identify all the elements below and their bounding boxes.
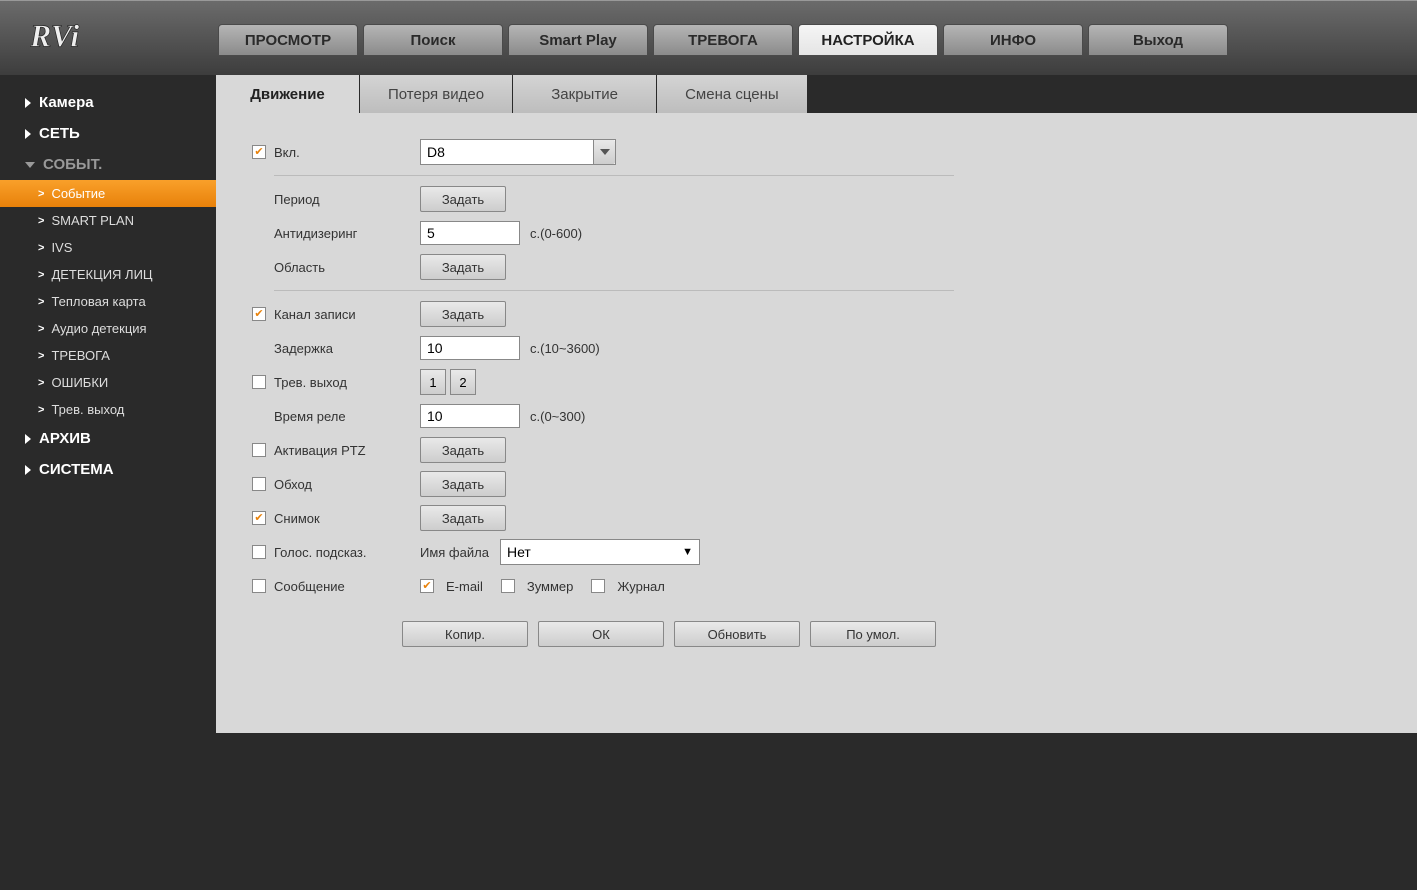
alarm-out-label: Трев. выход — [274, 375, 420, 390]
snapshot-checkbox[interactable] — [252, 511, 266, 525]
logo: RVi — [30, 13, 160, 63]
sidebar-item-alarmout[interactable]: Трев. выход — [0, 396, 216, 423]
nav-preview[interactable]: ПРОСМОТР — [218, 24, 358, 56]
chevron-right-icon — [25, 434, 31, 444]
antidither-label: Антидизеринг — [274, 226, 420, 241]
sidebar-group-archive[interactable]: АРХИВ — [0, 423, 216, 454]
area-label: Область — [274, 260, 420, 275]
email-checkbox[interactable] — [420, 579, 434, 593]
email-label: E-mail — [446, 579, 483, 594]
snapshot-set-button[interactable]: Задать — [420, 505, 506, 531]
delay-input[interactable] — [420, 336, 520, 360]
default-button[interactable]: По умол. — [810, 621, 936, 647]
alarm-out-1-button[interactable]: 1 — [420, 369, 446, 395]
buzzer-label: Зуммер — [527, 579, 574, 594]
copy-button[interactable]: Копир. — [402, 621, 528, 647]
alarm-out-2-button[interactable]: 2 — [450, 369, 476, 395]
sidebar-group-system[interactable]: СИСТЕМА — [0, 454, 216, 485]
nav-info[interactable]: ИНФО — [943, 24, 1083, 56]
sidebar-item-ivs[interactable]: IVS — [0, 234, 216, 261]
delay-suffix: с.(10~3600) — [530, 341, 600, 356]
period-label: Период — [274, 192, 420, 207]
enable-checkbox[interactable] — [252, 145, 266, 159]
tab-spacer — [808, 75, 1417, 113]
delay-label: Задержка — [274, 341, 420, 356]
tab-videoloss[interactable]: Потеря видео — [360, 75, 513, 113]
alarm-out-checkbox[interactable] — [252, 375, 266, 389]
sidebar-item-heatmap[interactable]: Тепловая карта — [0, 288, 216, 315]
chevron-right-icon — [25, 98, 31, 108]
filename-label: Имя файла — [420, 545, 500, 560]
separator — [274, 290, 954, 291]
sidebar-item-smartplan[interactable]: SMART PLAN — [0, 207, 216, 234]
chevron-down-icon — [25, 162, 35, 168]
form-panel: Вкл. D8 Период Задать Антидизеринг — [216, 113, 1417, 733]
ok-button[interactable]: ОК — [538, 621, 664, 647]
sidebar-item-alarm[interactable]: ТРЕВОГА — [0, 342, 216, 369]
voice-label: Голос. подсказ. — [274, 545, 420, 560]
tour-label: Обход — [274, 477, 420, 492]
log-label: Журнал — [617, 579, 664, 594]
message-checkbox[interactable] — [252, 579, 266, 593]
nav-alarm[interactable]: ТРЕВОГА — [653, 24, 793, 56]
message-label: Сообщение — [274, 579, 420, 594]
nav-exit[interactable]: Выход — [1088, 24, 1228, 56]
svg-text:RVi: RVi — [30, 17, 79, 53]
tabs-bar: Движение Потеря видео Закрытие Смена сце… — [216, 75, 1417, 113]
tab-tampering[interactable]: Закрытие — [513, 75, 657, 113]
sidebar-item-audio[interactable]: Аудио детекция — [0, 315, 216, 342]
chevron-down-icon — [600, 149, 610, 155]
sidebar: Камера СЕТЬ СОБЫТ. Событие SMART PLAN IV… — [0, 75, 216, 890]
relay-time-suffix: с.(0~300) — [530, 409, 585, 424]
snapshot-label: Снимок — [274, 511, 420, 526]
tour-checkbox[interactable] — [252, 477, 266, 491]
buzzer-checkbox[interactable] — [501, 579, 515, 593]
record-channel-label: Канал записи — [274, 307, 420, 322]
tour-set-button[interactable]: Задать — [420, 471, 506, 497]
relay-time-input[interactable] — [420, 404, 520, 428]
channel-select[interactable]: D8 — [420, 139, 616, 165]
log-checkbox[interactable] — [591, 579, 605, 593]
chevron-right-icon — [25, 129, 31, 139]
relay-time-label: Время реле — [274, 409, 420, 424]
header-bar: RVi ПРОСМОТР Поиск Smart Play ТРЕВОГА НА… — [0, 0, 1417, 75]
record-channel-set-button[interactable]: Задать — [420, 301, 506, 327]
antidither-suffix: с.(0-600) — [530, 226, 582, 241]
separator — [274, 175, 954, 176]
period-set-button[interactable]: Задать — [420, 186, 506, 212]
voice-checkbox[interactable] — [252, 545, 266, 559]
sidebar-item-face[interactable]: ДЕТЕКЦИЯ ЛИЦ — [0, 261, 216, 288]
chevron-right-icon — [25, 465, 31, 475]
tab-motion[interactable]: Движение — [216, 75, 360, 113]
top-nav: ПРОСМОТР Поиск Smart Play ТРЕВОГА НАСТРО… — [218, 24, 1228, 56]
ptz-label: Активация PTZ — [274, 443, 420, 458]
filename-select[interactable]: Нет ▼ — [500, 539, 700, 565]
tab-scenechange[interactable]: Смена сцены — [657, 75, 808, 113]
sidebar-group-events[interactable]: СОБЫТ. — [0, 149, 216, 180]
sidebar-group-network[interactable]: СЕТЬ — [0, 118, 216, 149]
area-set-button[interactable]: Задать — [420, 254, 506, 280]
nav-search[interactable]: Поиск — [363, 24, 503, 56]
ptz-set-button[interactable]: Задать — [420, 437, 506, 463]
record-channel-checkbox[interactable] — [252, 307, 266, 321]
enable-label: Вкл. — [274, 145, 420, 160]
antidither-input[interactable] — [420, 221, 520, 245]
sidebar-item-event[interactable]: Событие — [0, 180, 216, 207]
refresh-button[interactable]: Обновить — [674, 621, 800, 647]
nav-setup[interactable]: НАСТРОЙКА — [798, 24, 938, 56]
nav-smartplay[interactable]: Smart Play — [508, 24, 648, 56]
main-panel: Движение Потеря видео Закрытие Смена сце… — [216, 75, 1417, 890]
sidebar-group-camera[interactable]: Камера — [0, 87, 216, 118]
ptz-checkbox[interactable] — [252, 443, 266, 457]
sidebar-item-errors[interactable]: ОШИБКИ — [0, 369, 216, 396]
